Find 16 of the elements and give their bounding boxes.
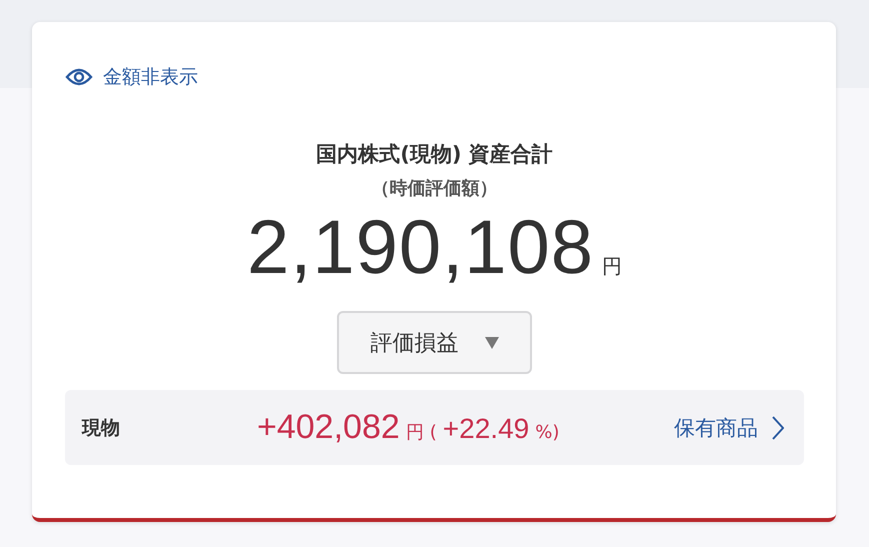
gain-amount: +402,082 xyxy=(257,408,400,447)
summary-title: 国内株式(現物) 資産合計 xyxy=(316,141,553,168)
holdings-link[interactable]: 保有商品 xyxy=(674,414,784,442)
total-amount: 2,190,108 xyxy=(246,204,594,291)
summary-subtitle: （時価評価額） xyxy=(372,177,498,200)
currency-unit: 円 xyxy=(602,253,622,280)
caret-icon xyxy=(484,336,498,348)
chevron-right-icon xyxy=(772,416,784,440)
percent-sign: %) xyxy=(535,422,560,443)
gain-rate: +22.49 xyxy=(442,413,530,445)
eye-icon xyxy=(65,67,93,87)
view-dropdown[interactable]: 評価損益 xyxy=(337,311,532,374)
row-label: 現物 xyxy=(82,416,121,440)
hide-amount-toggle[interactable]: 金額非表示 xyxy=(65,64,198,90)
gain-unit: 円 xyxy=(406,421,424,444)
open-paren: ( xyxy=(430,422,437,443)
